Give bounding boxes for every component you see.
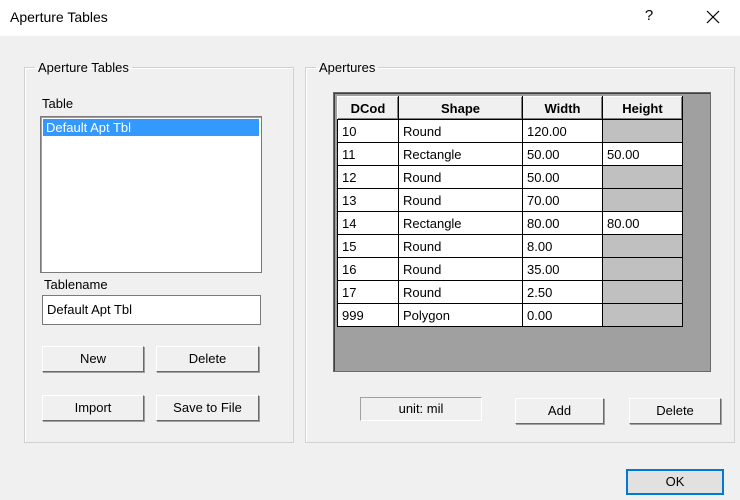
save-to-file-button[interactable]: Save to File: [156, 395, 259, 421]
cell-dcod[interactable]: 10: [337, 119, 399, 143]
table-row[interactable]: 12 Round 50.00: [337, 165, 683, 189]
cell-shape[interactable]: Polygon: [398, 303, 523, 327]
cell-shape[interactable]: Round: [398, 234, 523, 258]
cell-shape[interactable]: Round: [398, 257, 523, 281]
unit-display: unit: mil: [360, 397, 482, 421]
ok-button[interactable]: OK: [626, 469, 724, 495]
cell-dcod[interactable]: 14: [337, 211, 399, 235]
cell-width[interactable]: 50.00: [522, 165, 603, 189]
cell-dcod[interactable]: 17: [337, 280, 399, 304]
delete-table-button[interactable]: Delete: [156, 346, 259, 372]
add-aperture-button[interactable]: Add: [515, 398, 604, 424]
cell-width[interactable]: 8.00: [522, 234, 603, 258]
table-row[interactable]: 16 Round 35.00: [337, 257, 683, 281]
table-listbox[interactable]: Default Apt Tbl: [40, 116, 262, 273]
cell-width[interactable]: 50.00: [522, 142, 603, 166]
cell-width[interactable]: 35.00: [522, 257, 603, 281]
cell-width[interactable]: 0.00: [522, 303, 603, 327]
aperture-tables-legend: Aperture Tables: [38, 60, 129, 75]
cell-height[interactable]: [602, 119, 683, 143]
title-bar: Aperture Tables ?: [0, 0, 740, 36]
cell-shape[interactable]: Rectangle: [398, 211, 523, 235]
table-row[interactable]: 999 Polygon 0.00: [337, 303, 683, 327]
cell-shape[interactable]: Round: [398, 280, 523, 304]
help-button[interactable]: ?: [640, 7, 658, 24]
apertures-table: DCod Shape Width Height 10 Round 120.00 11 R…: [337, 96, 683, 327]
cell-height[interactable]: [602, 234, 683, 258]
cell-shape[interactable]: Round: [398, 165, 523, 189]
cell-dcod[interactable]: 16: [337, 257, 399, 281]
column-header-width[interactable]: Width: [522, 96, 603, 120]
column-header-shape[interactable]: Shape: [398, 96, 523, 120]
cell-dcod[interactable]: 999: [337, 303, 399, 327]
cell-width[interactable]: 70.00: [522, 188, 603, 212]
table-row[interactable]: 13 Round 70.00: [337, 188, 683, 212]
cell-dcod[interactable]: 11: [337, 142, 399, 166]
column-header-dcod[interactable]: DCod: [337, 96, 399, 120]
close-icon: [706, 10, 720, 24]
import-button[interactable]: Import: [42, 395, 144, 421]
tablename-label: Tablename: [44, 277, 108, 292]
table-row[interactable]: 15 Round 8.00: [337, 234, 683, 258]
table-row[interactable]: 17 Round 2.50: [337, 280, 683, 304]
delete-aperture-button[interactable]: Delete: [629, 398, 721, 424]
cell-dcod[interactable]: 13: [337, 188, 399, 212]
close-button[interactable]: [702, 6, 724, 29]
cell-dcod[interactable]: 12: [337, 165, 399, 189]
cell-shape[interactable]: Round: [398, 119, 523, 143]
tablename-input[interactable]: Default Apt Tbl: [42, 295, 261, 325]
apertures-legend: Apertures: [319, 60, 376, 75]
column-header-height[interactable]: Height: [602, 96, 683, 120]
cell-width[interactable]: 120.00: [522, 119, 603, 143]
new-table-button[interactable]: New: [42, 346, 144, 372]
cell-height[interactable]: [602, 165, 683, 189]
cell-height[interactable]: [602, 257, 683, 281]
window-title: Aperture Tables: [10, 9, 108, 25]
table-label: Table: [42, 96, 74, 111]
cell-shape[interactable]: Round: [398, 188, 523, 212]
table-row[interactable]: 10 Round 120.00: [337, 119, 683, 143]
cell-height[interactable]: 80.00: [602, 211, 683, 235]
cell-shape[interactable]: Rectangle: [398, 142, 523, 166]
table-row[interactable]: 14 Rectangle 80.00 80.00: [337, 211, 683, 235]
cell-height[interactable]: [602, 188, 683, 212]
cell-height[interactable]: [602, 280, 683, 304]
apertures-grid[interactable]: DCod Shape Width Height 10 Round 120.00 11 R…: [333, 92, 711, 372]
cell-height[interactable]: 50.00: [602, 142, 683, 166]
cell-width[interactable]: 80.00: [522, 211, 603, 235]
cell-dcod[interactable]: 15: [337, 234, 399, 258]
cell-width[interactable]: 2.50: [522, 280, 603, 304]
cell-height[interactable]: [602, 303, 683, 327]
table-list-item[interactable]: Default Apt Tbl: [43, 119, 259, 136]
table-row[interactable]: 11 Rectangle 50.00 50.00: [337, 142, 683, 166]
